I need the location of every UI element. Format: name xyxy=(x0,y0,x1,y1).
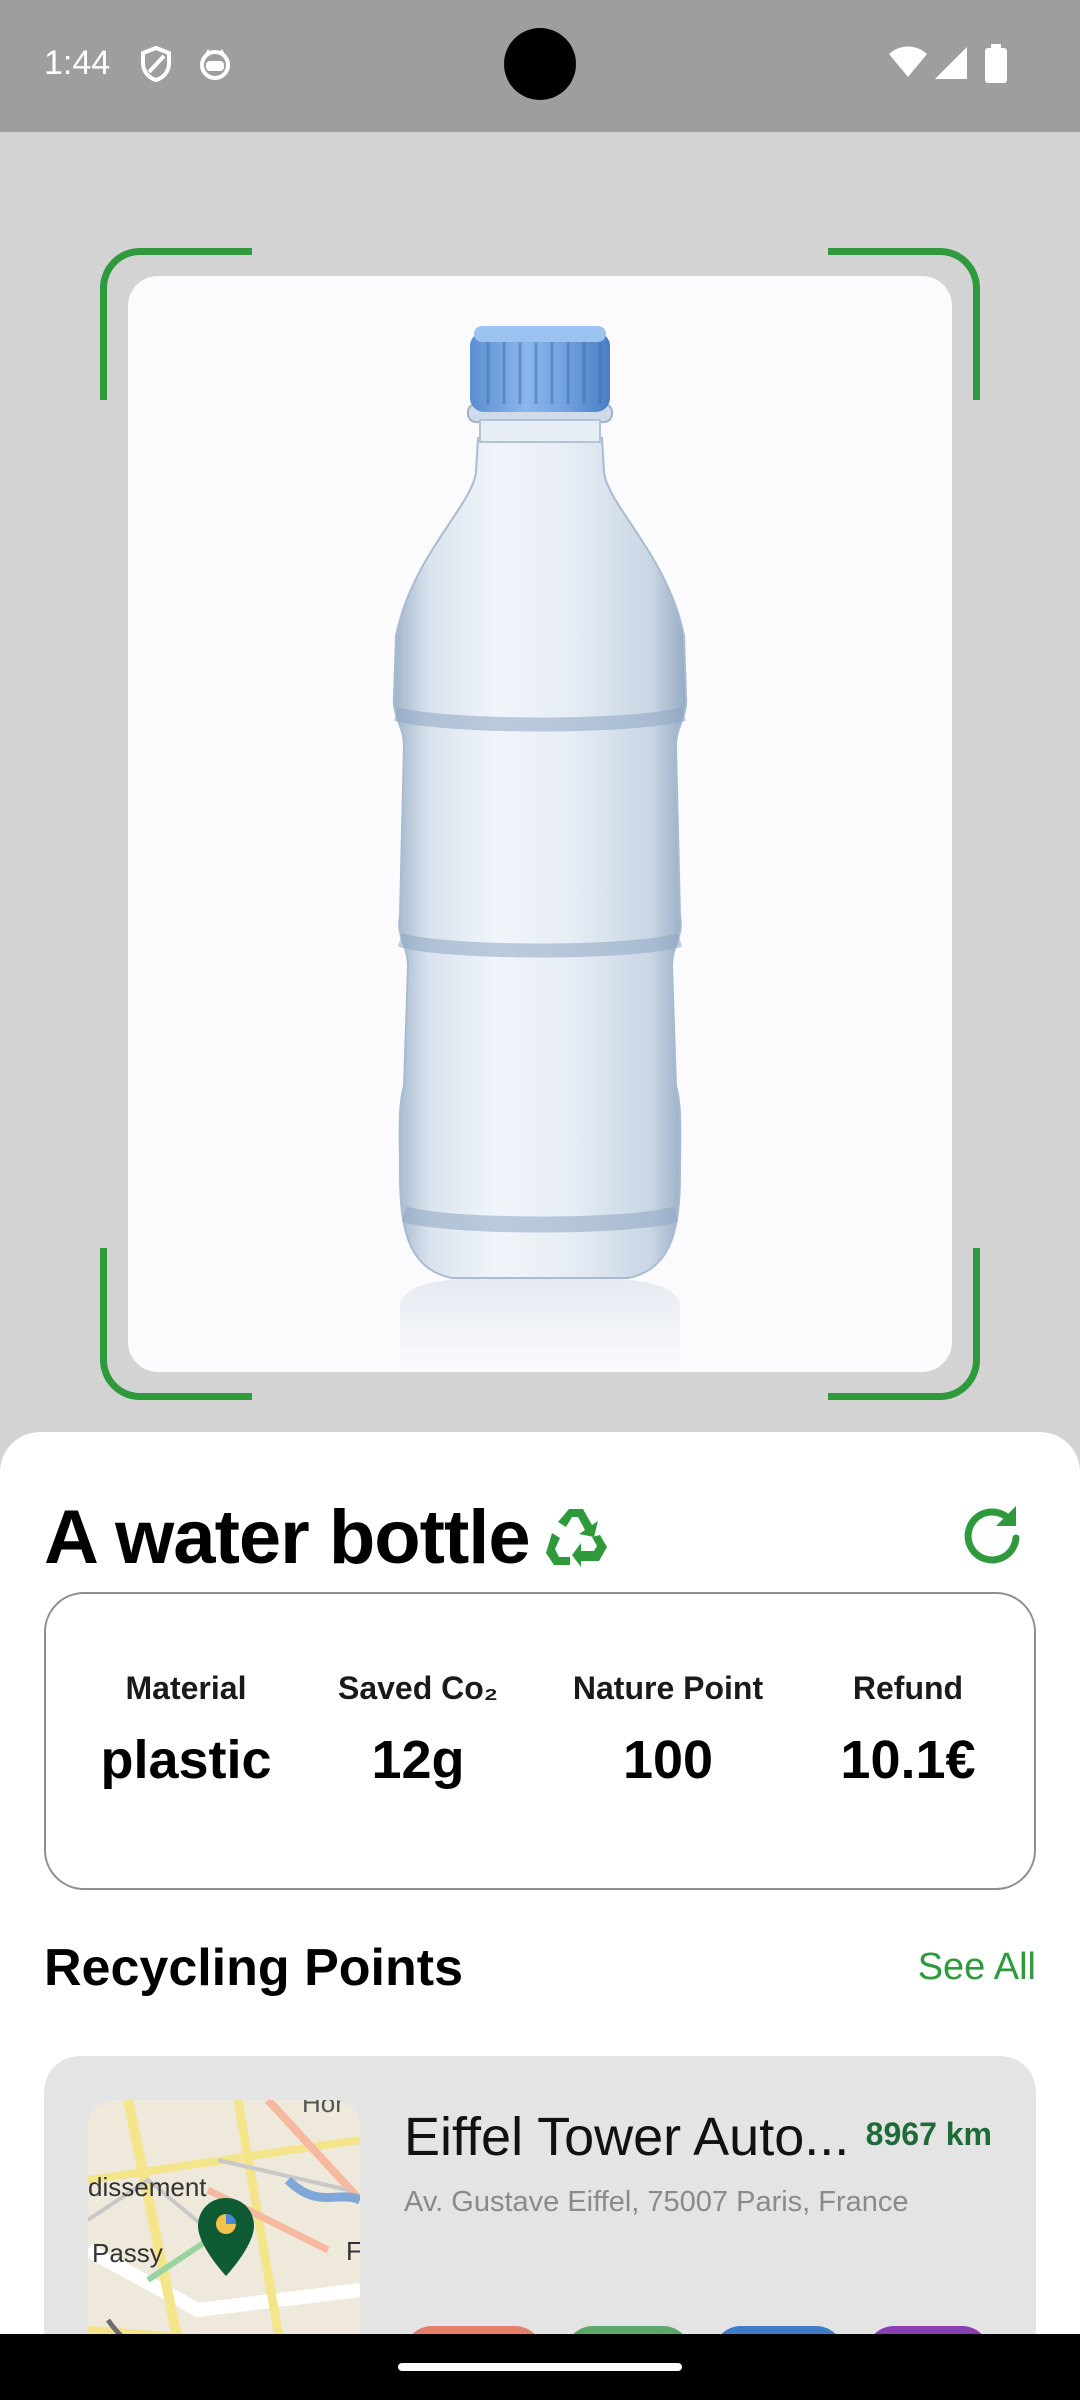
refresh-button[interactable] xyxy=(956,1498,1028,1570)
stat-value: 12g xyxy=(371,1730,465,1790)
stat-label: Material xyxy=(125,1670,247,1706)
cat-face-icon xyxy=(200,49,230,80)
water-bottle-image xyxy=(392,326,688,1372)
result-sheet: A water bottle Material plastic Saved Co… xyxy=(0,1432,1080,2400)
battery-icon xyxy=(985,44,1007,83)
wifi-icon xyxy=(889,46,927,77)
map-label: Passy xyxy=(92,2238,163,2268)
stat-label: Saved Co₂ xyxy=(337,1670,499,1706)
stat-label: Refund xyxy=(852,1670,964,1706)
map-label: F xyxy=(346,2236,360,2266)
stat-value: 100 xyxy=(622,1730,714,1790)
result-title-row: A water bottle xyxy=(44,1492,610,1582)
recycling-point-distance: 8967 km xyxy=(865,2116,992,2152)
shield-icon xyxy=(141,46,171,82)
camera-cutout xyxy=(504,28,576,100)
recycling-point-address: Av. Gustave Eiffel, 75007 Paris, France xyxy=(404,2186,909,2218)
recycling-point-name: Eiffel Tower Auto... xyxy=(404,2107,850,2167)
stat-value: plastic xyxy=(100,1730,272,1790)
map-label: Hor xyxy=(302,2100,344,2118)
stat-refund: Refund 10.1€ xyxy=(840,1670,975,1791)
home-indicator[interactable] xyxy=(398,2363,682,2371)
status-time: 1:44 xyxy=(44,44,111,82)
scanned-photo xyxy=(128,276,952,1372)
recycle-icon xyxy=(545,1509,607,1567)
signal-icon xyxy=(935,47,967,79)
result-title: A water bottle xyxy=(44,1494,531,1580)
stat-nature-point: Nature Point 100 xyxy=(573,1670,763,1791)
map-label: dissement xyxy=(88,2172,207,2202)
stat-value: 10.1€ xyxy=(840,1730,976,1790)
recycling-points-title: Recycling Points xyxy=(44,1939,463,1997)
see-all-link[interactable]: See All xyxy=(918,1946,1036,1989)
stat-saved-co2: Saved Co₂ 12g xyxy=(338,1670,498,1791)
map-pin-icon xyxy=(198,2198,254,2276)
stat-label: Nature Point xyxy=(572,1670,764,1706)
item-stats-card: Material plastic Saved Co₂ 12g Nature Po… xyxy=(44,1592,1036,1890)
status-bar: 1:44 xyxy=(0,0,1080,132)
stat-material: Material plastic xyxy=(100,1670,271,1791)
